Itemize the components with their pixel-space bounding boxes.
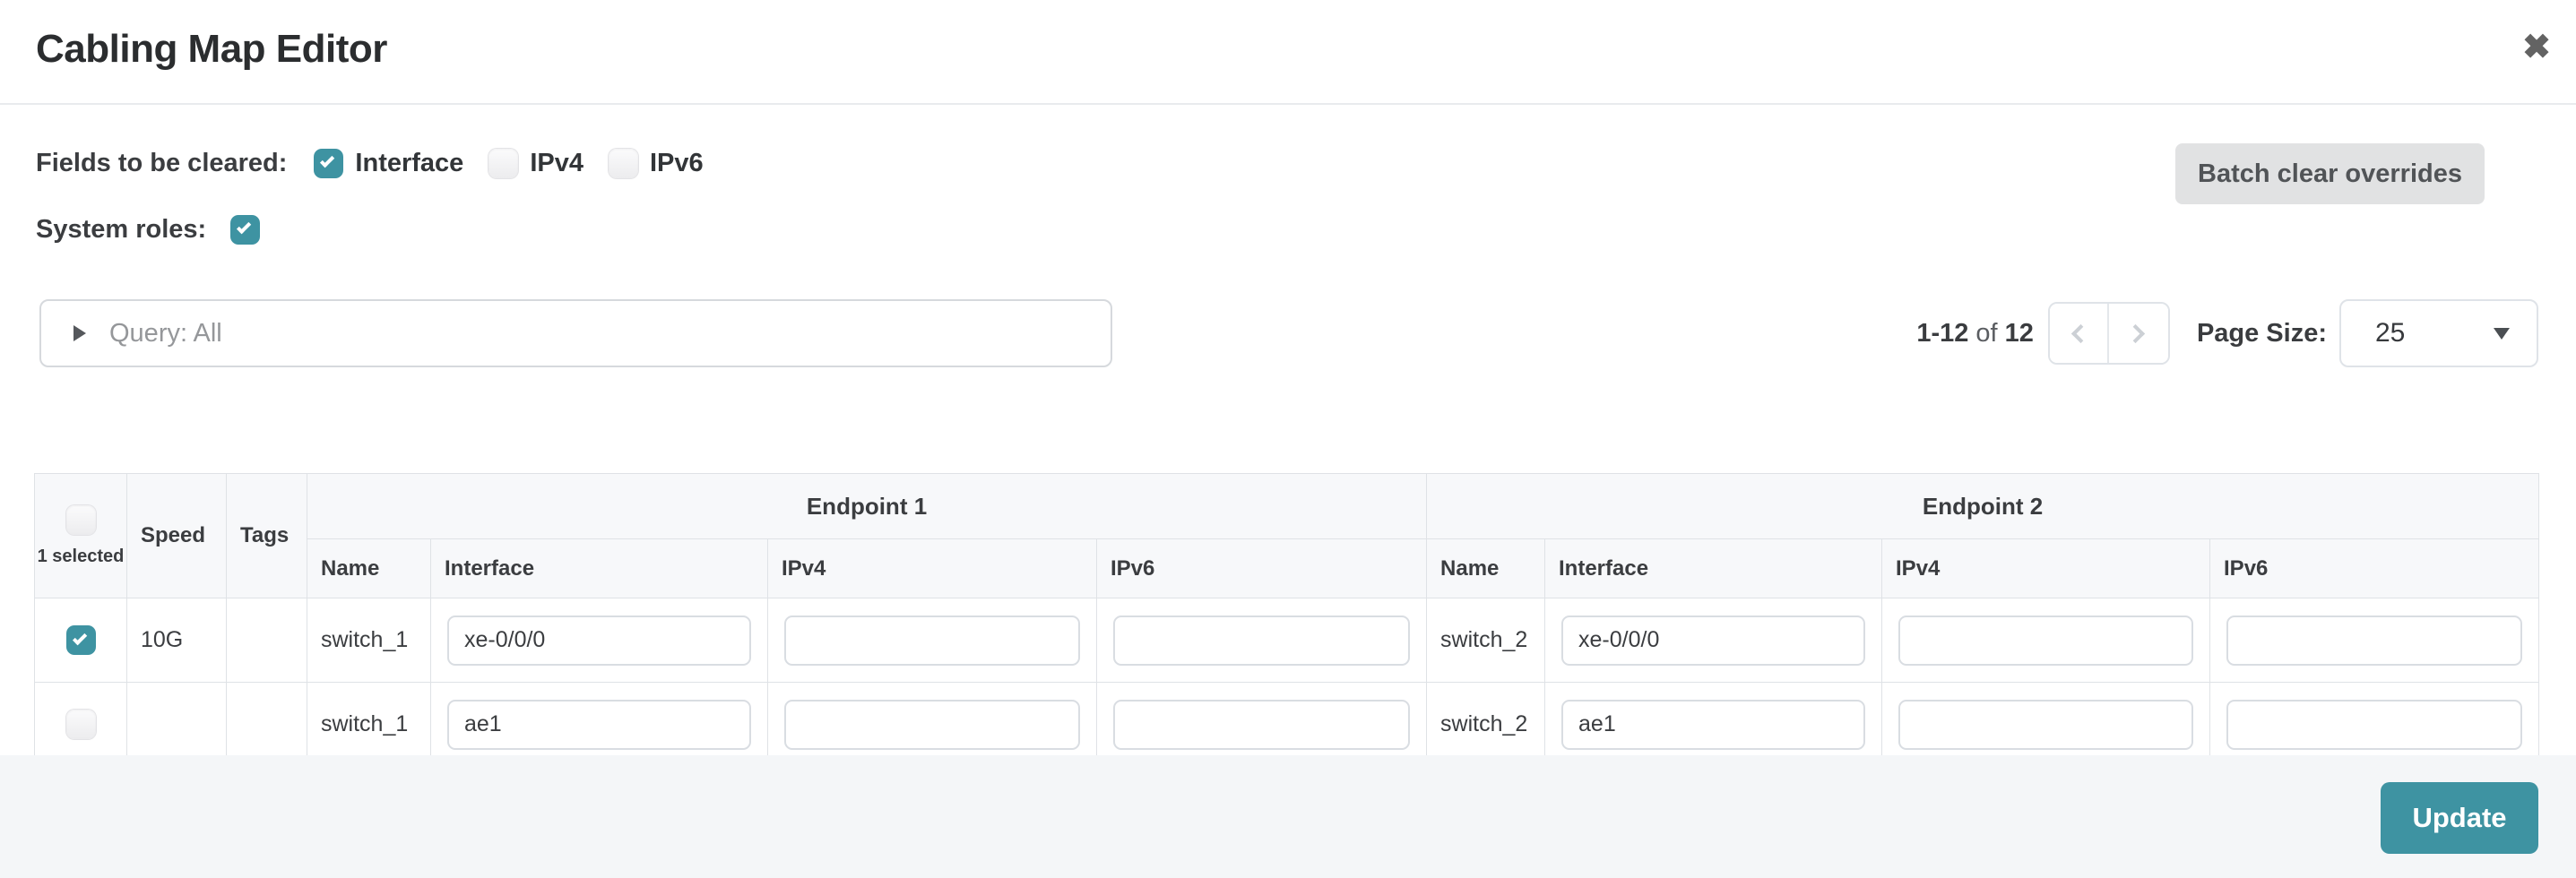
tags-cell: [227, 598, 307, 683]
pagination-bar: 1-12 of 12 Page Size: 25: [1916, 299, 2538, 367]
ep2-ipv4-input[interactable]: [1898, 700, 2193, 750]
system-roles-checkbox[interactable]: [230, 215, 260, 245]
checkmark-icon: [320, 153, 334, 168]
ep1-interface-cell: [431, 598, 768, 683]
next-page-button[interactable]: [2109, 304, 2168, 363]
column-header-tags: Tags: [227, 474, 307, 598]
ep1-interface-input[interactable]: [447, 615, 751, 666]
page-size-label: Page Size:: [2197, 319, 2327, 349]
ipv6-checkbox[interactable]: [609, 149, 638, 178]
column-group-endpoint1: Endpoint 1: [307, 474, 1427, 539]
system-roles-row: System roles:: [36, 208, 260, 251]
system-roles-label: System roles:: [36, 215, 206, 245]
dialog-titlebar: Cabling Map Editor ✖: [0, 0, 2576, 105]
ep1-ipv4-cell: [768, 683, 1097, 767]
column-header-ep2-interface: Interface: [1545, 539, 1882, 598]
dialog-footer: Update: [0, 755, 2576, 878]
column-header-speed: Speed: [127, 474, 227, 598]
update-button[interactable]: Update: [2381, 782, 2538, 854]
column-header-ep1-interface: Interface: [431, 539, 768, 598]
cabling-map-editor-dialog: Cabling Map Editor ✖ Fields to be cleare…: [0, 0, 2576, 878]
ep1-ipv4-cell: [768, 598, 1097, 683]
column-header-ep2-ipv6: IPv6: [2210, 539, 2539, 598]
ep1-name-cell: switch_1: [307, 683, 431, 767]
ipv4-checkbox[interactable]: [488, 149, 518, 178]
ep2-name-cell: switch_2: [1427, 598, 1545, 683]
speed-cell: [127, 683, 227, 767]
row-checkbox[interactable]: [66, 710, 96, 739]
ep2-ipv4-input[interactable]: [1898, 615, 2193, 666]
table-row: switch_1 switch_2: [35, 683, 2539, 767]
pager-buttons: [2048, 302, 2170, 365]
column-header-ep1-name: Name: [307, 539, 431, 598]
pagination-of: of: [1975, 319, 1997, 348]
dropdown-caret-icon: [2494, 328, 2510, 340]
page-size-value: 25: [2375, 318, 2494, 349]
ep2-ipv6-cell: [2210, 598, 2539, 683]
column-header-ep1-ipv4: IPv4: [768, 539, 1097, 598]
interface-checkbox[interactable]: [314, 149, 343, 178]
ep2-ipv6-cell: [2210, 683, 2539, 767]
pagination-range: 1-12 of 12: [1916, 319, 2034, 349]
select-all-checkbox[interactable]: [66, 505, 96, 535]
field-option-interface: Interface: [314, 149, 463, 178]
field-option-ipv6: IPv6: [609, 149, 704, 178]
row-select-cell: [35, 598, 127, 683]
page-size-select[interactable]: 25: [2339, 299, 2538, 367]
select-all-header: 1 selected: [35, 474, 127, 598]
column-header-ep2-name: Name: [1427, 539, 1545, 598]
field-option-ipv4: IPv4: [488, 149, 583, 178]
checkmark-icon: [237, 220, 251, 234]
cabling-map-table-wrap: 1 selected Speed Tags Endpoint 1 Endpoin…: [34, 473, 2539, 767]
expand-arrow-icon: [73, 325, 86, 341]
ep1-ipv4-input[interactable]: [784, 700, 1080, 750]
column-group-endpoint2: Endpoint 2: [1427, 474, 2539, 539]
ep2-interface-cell: [1545, 598, 1882, 683]
ep2-interface-input[interactable]: [1561, 615, 1865, 666]
ep2-ipv6-input[interactable]: [2226, 700, 2522, 750]
interface-checkbox-label: Interface: [355, 149, 463, 178]
ipv6-checkbox-label: IPv6: [650, 149, 704, 178]
row-select-cell: [35, 683, 127, 767]
chevron-left-icon: [2071, 323, 2090, 342]
query-expander[interactable]: Query: All: [39, 299, 1112, 367]
column-header-ep1-ipv6: IPv6: [1097, 539, 1427, 598]
ep1-ipv4-input[interactable]: [784, 615, 1080, 666]
ep1-interface-input[interactable]: [447, 700, 751, 750]
ep2-ipv4-cell: [1882, 598, 2210, 683]
chevron-right-icon: [2126, 323, 2145, 342]
close-icon[interactable]: ✖: [2522, 30, 2551, 65]
ipv4-checkbox-label: IPv4: [530, 149, 583, 178]
page-title: Cabling Map Editor: [36, 27, 387, 72]
fields-to-clear-label: Fields to be cleared:: [36, 149, 287, 178]
ep1-ipv6-input[interactable]: [1113, 700, 1410, 750]
ep1-ipv6-cell: [1097, 683, 1427, 767]
ep2-ipv4-cell: [1882, 683, 2210, 767]
table-row: 10G switch_1 switch_2: [35, 598, 2539, 683]
ep2-ipv6-input[interactable]: [2226, 615, 2522, 666]
speed-cell: 10G: [127, 598, 227, 683]
ep2-interface-input[interactable]: [1561, 700, 1865, 750]
ep2-interface-cell: [1545, 683, 1882, 767]
batch-clear-overrides-button[interactable]: Batch clear overrides: [2175, 143, 2485, 204]
query-label: Query: All: [109, 319, 222, 349]
previous-page-button[interactable]: [2050, 304, 2109, 363]
column-header-ep2-ipv4: IPv4: [1882, 539, 2210, 598]
fields-to-clear-row: Fields to be cleared: Interface IPv4 IPv…: [36, 142, 729, 185]
ep2-name-cell: switch_2: [1427, 683, 1545, 767]
selected-count-label: 1 selected: [38, 547, 125, 567]
ep1-ipv6-input[interactable]: [1113, 615, 1410, 666]
tags-cell: [227, 683, 307, 767]
pagination-range-start: 1-12: [1916, 319, 1968, 348]
cabling-map-table: 1 selected Speed Tags Endpoint 1 Endpoin…: [34, 473, 2539, 767]
ep1-ipv6-cell: [1097, 598, 1427, 683]
ep1-interface-cell: [431, 683, 768, 767]
ep1-name-cell: switch_1: [307, 598, 431, 683]
checkmark-icon: [72, 631, 86, 645]
row-checkbox[interactable]: [66, 625, 96, 655]
pagination-total: 12: [2005, 319, 2034, 348]
